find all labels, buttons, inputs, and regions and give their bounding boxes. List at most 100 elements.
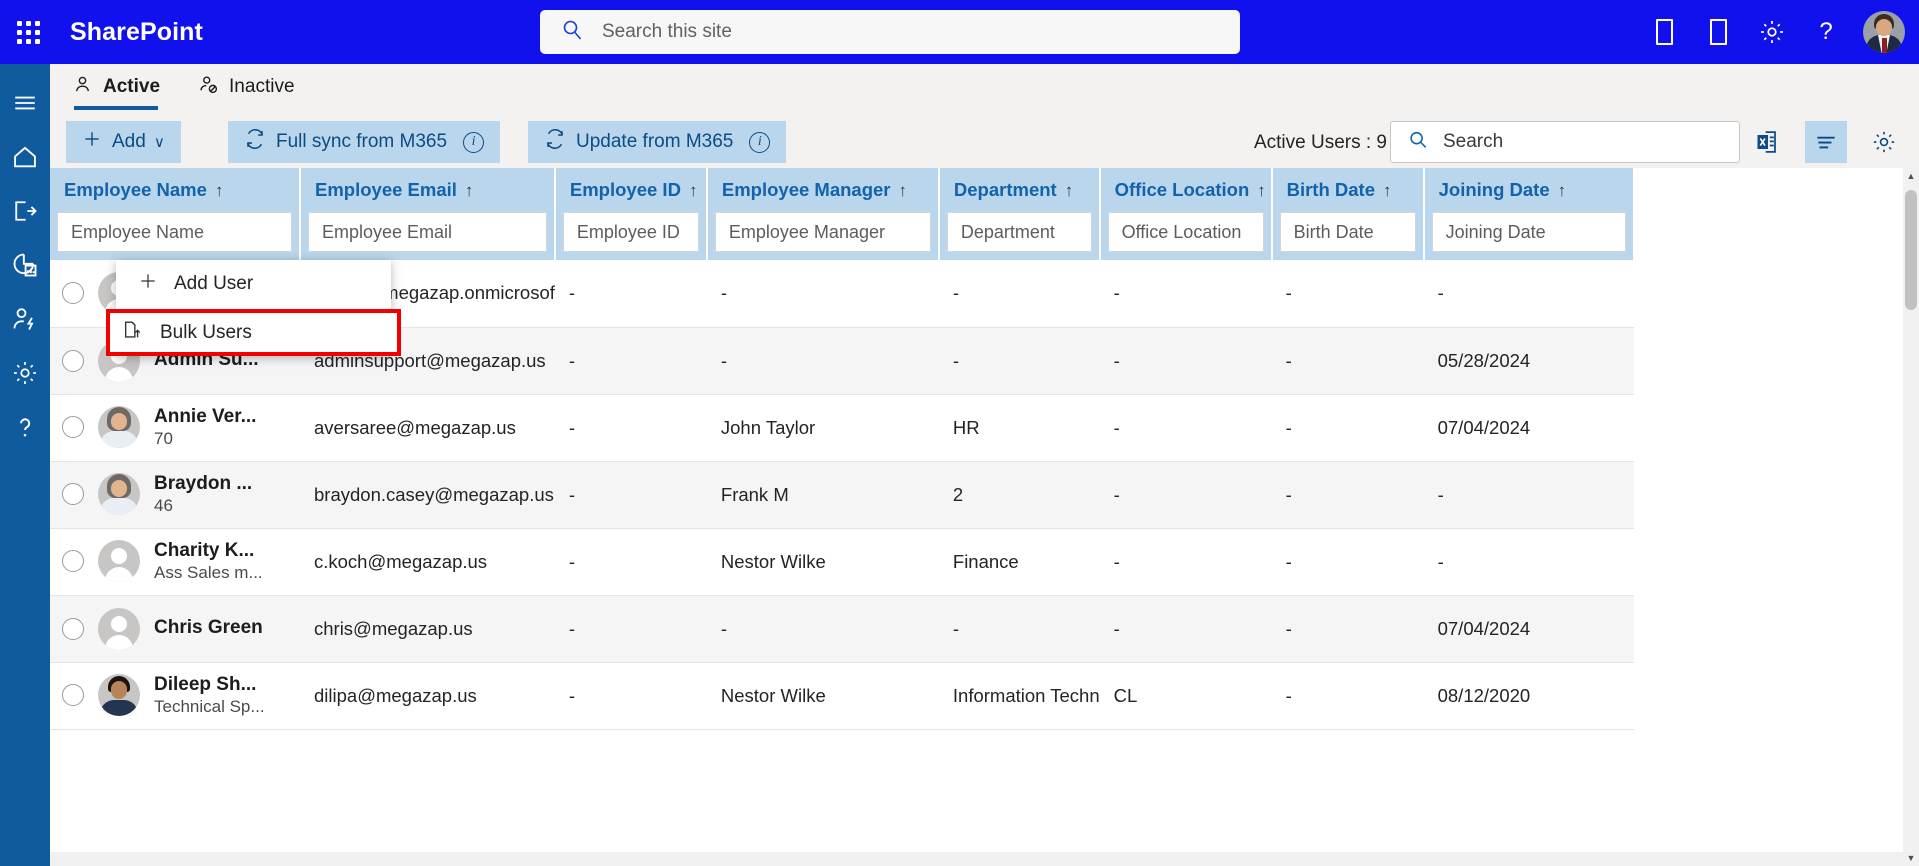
horizontal-scrollbar[interactable]: [50, 852, 1903, 866]
cell-email: dilipa@megazap.us: [300, 662, 555, 730]
cell-joining: 07/04/2024: [1423, 394, 1634, 462]
cell-birth: -: [1271, 528, 1424, 596]
menu-item-bulk-users-highlight: Bulk Users: [106, 309, 401, 356]
row-select-radio[interactable]: [62, 617, 84, 640]
scroll-up-arrow[interactable]: ▲: [1903, 168, 1919, 184]
row-select-radio[interactable]: [62, 282, 84, 305]
scroll-down-arrow[interactable]: ▼: [1903, 850, 1919, 866]
column-header-label: Employee Name: [64, 179, 207, 200]
employee-name-cell: Annie Ver... 70: [50, 394, 300, 462]
avatar: [98, 607, 140, 650]
home-icon[interactable]: [0, 130, 50, 184]
column-filter-input[interactable]: Employee Email: [308, 212, 547, 252]
chevron-down-icon: ∨: [153, 134, 165, 151]
vertical-scrollbar[interactable]: ▲ ▼: [1903, 168, 1919, 866]
column-header[interactable]: Department ↑: [938, 168, 1101, 212]
full-sync-button[interactable]: Full sync from M365 i: [228, 121, 501, 163]
cell-joining: -: [1423, 260, 1634, 328]
menu-item-bulk-users[interactable]: Bulk Users: [110, 313, 397, 352]
cell-id: -: [554, 260, 707, 328]
sort-arrow-icon[interactable]: ↑: [899, 181, 908, 200]
menu-item-add-user-label: Add User: [174, 273, 254, 294]
table-row[interactable]: Charity K... Ass Sales m... c.koch@megazap…: [50, 528, 1634, 596]
settings-icon[interactable]: [0, 346, 50, 400]
employee-name: Charity K...: [154, 540, 255, 562]
plus-icon: [138, 271, 158, 297]
column-header[interactable]: Birth Date ↑: [1271, 168, 1425, 212]
excel-export-icon[interactable]: [1747, 121, 1789, 163]
tab-inactive-label: Inactive: [229, 76, 295, 97]
update-button[interactable]: Update from M365 i: [528, 121, 787, 163]
menu-item-add-user[interactable]: Add User: [116, 260, 391, 308]
cell-office: CL: [1099, 662, 1272, 730]
cell-department: 2: [938, 461, 1100, 529]
row-select-radio[interactable]: [62, 550, 84, 573]
column-filter-input[interactable]: Office Location: [1107, 212, 1264, 252]
app-launcher-icon[interactable]: [0, 0, 56, 64]
column-filter-cell: Employee Email: [300, 212, 556, 260]
help-icon[interactable]: ?: [1799, 0, 1853, 64]
column-filter-input[interactable]: Employee Manager: [714, 212, 931, 252]
tab-inactive[interactable]: Inactive: [198, 64, 295, 110]
row-select-radio[interactable]: [62, 684, 84, 707]
column-header[interactable]: Employee ID ↑: [554, 168, 708, 212]
table-row[interactable]: Braydon ... 46 braydon.casey@megazap.us - Fr…: [50, 461, 1634, 529]
sort-arrow-icon[interactable]: ↑: [215, 181, 224, 200]
report-icon[interactable]: [0, 238, 50, 292]
avatar: [98, 674, 140, 717]
column-filter-input[interactable]: Employee Name: [57, 212, 292, 252]
signout-icon[interactable]: [0, 184, 50, 238]
info-icon[interactable]: i: [749, 131, 771, 153]
column-filter-input[interactable]: Department: [946, 212, 1092, 252]
vertical-scroll-thumb[interactable]: [1905, 190, 1917, 310]
row-select-radio[interactable]: [62, 483, 84, 506]
sort-arrow-icon[interactable]: ↑: [689, 181, 698, 200]
table-row[interactable]: Annie Ver... 70 aversaree@megazap.us - John …: [50, 394, 1634, 462]
site-search-input[interactable]: Search this site: [540, 10, 1240, 54]
cell-birth: -: [1271, 260, 1424, 328]
grid-search-input[interactable]: Search: [1390, 121, 1740, 163]
avatar[interactable]: [1863, 11, 1905, 53]
row-select-radio[interactable]: [62, 349, 84, 372]
hamburger-icon[interactable]: [0, 76, 50, 130]
help-icon[interactable]: [0, 400, 50, 454]
column-filter-input[interactable]: Joining Date: [1431, 212, 1626, 252]
sort-arrow-icon[interactable]: ↑: [1558, 181, 1567, 200]
gear-icon[interactable]: [1745, 0, 1799, 64]
sort-arrow-icon[interactable]: ↑: [1257, 181, 1266, 200]
cell-department: Information Techn: [938, 662, 1100, 730]
table-row[interactable]: Dileep Sh... Technical Sp... dilipa@megaza…: [50, 662, 1634, 730]
column-filter-cell: Office Location: [1099, 212, 1273, 260]
cell-email: chris@megazap.us: [300, 595, 555, 663]
column-filter-input[interactable]: Employee ID: [562, 212, 699, 252]
user-access-icon[interactable]: [0, 292, 50, 346]
column-filter-input[interactable]: Birth Date: [1279, 212, 1416, 252]
filter-list-icon[interactable]: [1805, 121, 1847, 163]
tab-active[interactable]: Active: [72, 64, 160, 110]
suite-actions: ?: [1637, 0, 1919, 64]
employee-name-cell: Chris Green: [50, 595, 300, 663]
grid-search-placeholder: Search: [1443, 131, 1504, 152]
info-icon[interactable]: i: [463, 131, 485, 153]
cell-id: -: [554, 528, 707, 596]
row-select-radio[interactable]: [62, 416, 84, 439]
column-header[interactable]: Office Location ↑: [1099, 168, 1273, 212]
column-filter-cell: Birth Date: [1271, 212, 1425, 260]
left-rail: [0, 64, 50, 866]
cell-email: c.koch@megazap.us: [300, 528, 555, 596]
add-button[interactable]: Add ∨: [66, 121, 181, 163]
column-header[interactable]: Employee Manager ↑: [706, 168, 940, 212]
chat-icon[interactable]: [1691, 0, 1745, 64]
gear-icon[interactable]: [1863, 121, 1905, 163]
cell-id: -: [554, 394, 707, 462]
sort-arrow-icon[interactable]: ↑: [465, 181, 474, 200]
sort-arrow-icon[interactable]: ↑: [1383, 181, 1392, 200]
column-header[interactable]: Employee Email ↑: [300, 168, 556, 212]
table-row[interactable]: Chris Green chris@megazap.us - - - - -07/04/20…: [50, 595, 1634, 663]
column-header[interactable]: Joining Date ↑: [1423, 168, 1635, 212]
notification-icon[interactable]: [1637, 0, 1691, 64]
sort-arrow-icon[interactable]: ↑: [1065, 181, 1074, 200]
site-search-placeholder: Search this site: [602, 21, 732, 42]
column-header[interactable]: Employee Name ↑: [50, 168, 301, 212]
app-title[interactable]: SharePoint: [70, 18, 203, 47]
